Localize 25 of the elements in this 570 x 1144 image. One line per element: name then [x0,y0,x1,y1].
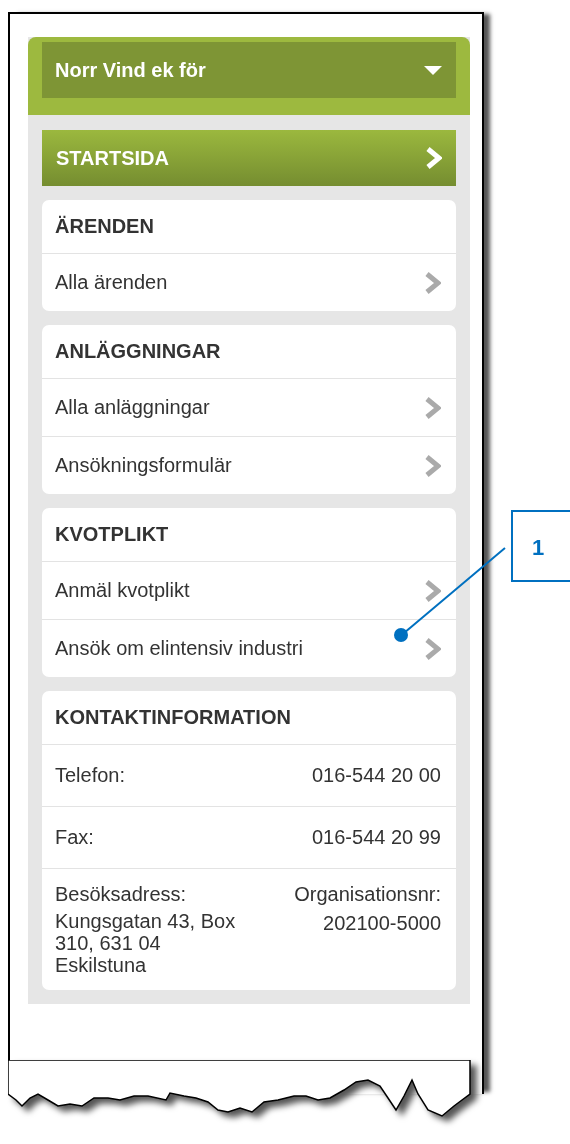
contact-label: Organisationsnr: [294,883,441,906]
chevron-icon [425,271,441,294]
menu-item[interactable]: Ansökningsformulär [42,437,456,494]
menu-item[interactable]: Ansök om elintensiv industri [42,620,456,677]
chevron-icon [425,454,441,477]
contact-label: Besöksadress: [55,883,188,906]
section-heading: ANLÄGGNINGAR [42,325,456,379]
chevron-icon [426,147,442,169]
chevron-icon [425,579,441,602]
contact-label: Fax: [55,826,94,849]
address-text: Kungsgatan 43, Box 310, 631 04 Eskilstuna [55,910,237,976]
caret-icon [424,65,442,75]
contact-value: 016-544 20 99 [312,826,441,849]
chevron-icon [425,396,441,419]
menu-item[interactable]: Alla anläggningar [42,379,456,437]
chevron-icon [425,637,441,660]
contact-value: 016-544 20 00 [312,764,441,787]
section-heading: KONTAKTINFORMATION [42,691,456,745]
section-heading: ÄRENDEN [42,200,456,254]
contact-value: 202100-5000 [323,912,441,935]
menu-item[interactable]: Alla ärenden [42,254,456,311]
menu-item[interactable]: Anmäl kvotplikt [42,562,456,620]
section-heading: KVOTPLIKT [42,508,456,562]
callout-box: 1 [511,510,570,582]
contact-label: Telefon: [55,764,126,787]
